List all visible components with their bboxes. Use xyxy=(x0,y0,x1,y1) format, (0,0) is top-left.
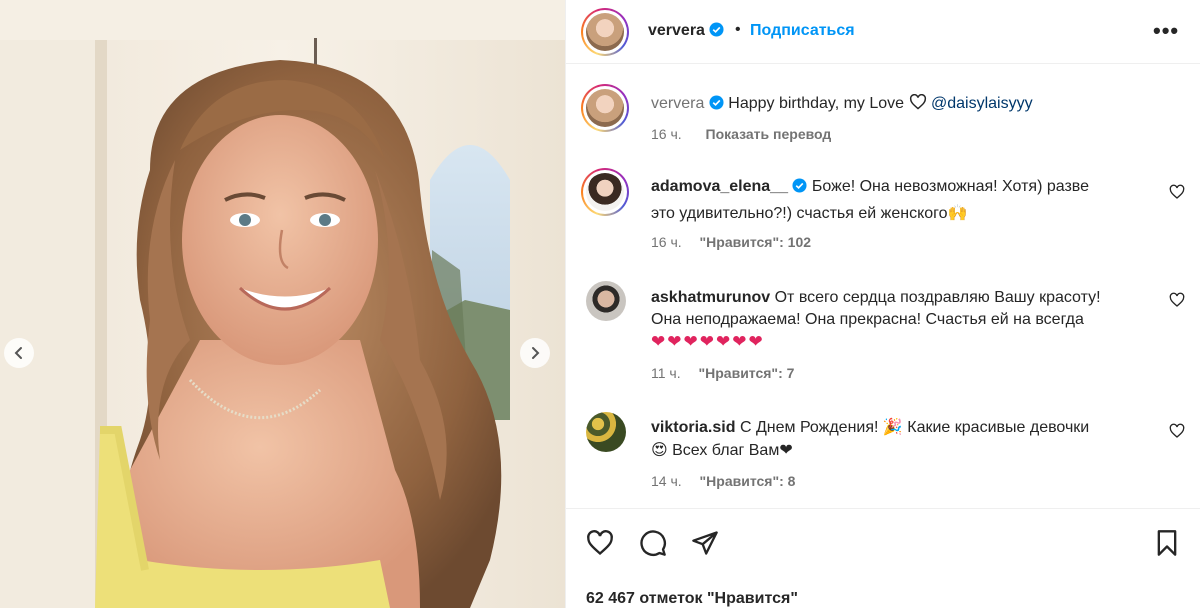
author-avatar[interactable] xyxy=(581,8,629,56)
comment-line: adamova_elena__ Боже! Она невозможная! Х… xyxy=(651,178,1089,196)
comment-avatar[interactable] xyxy=(581,168,629,216)
comment-text: От всего сердца поздравляю Вашу красоту! xyxy=(774,289,1101,306)
comment-likes-count[interactable]: "Нравится": 8 xyxy=(700,473,796,489)
comment-text: С Днем Рождения! 🎉 Какие красивые девочк… xyxy=(739,419,1090,436)
follow-button[interactable]: Подписаться xyxy=(750,22,855,40)
comment-bubble-icon[interactable] xyxy=(639,529,667,557)
post-photo[interactable] xyxy=(0,0,565,608)
chevron-right-icon xyxy=(532,347,540,359)
comment-time: 16 ч. xyxy=(651,234,682,250)
comment-like-icon[interactable] xyxy=(1169,423,1185,439)
heart-outline-icon xyxy=(909,93,926,110)
comment-meta: 16 ч. "Нравится": 102 xyxy=(651,234,811,250)
caption-mention-link[interactable]: @daisylaisyyy xyxy=(931,95,1033,112)
comment-username[interactable]: adamova_elena__ xyxy=(651,178,788,195)
caption-message: Happy birthday, my Love xyxy=(728,95,905,112)
post-side-panel: ververa • Подписаться ••• ververa Happy … xyxy=(565,0,1200,608)
caption-avatar[interactable] xyxy=(581,84,629,132)
save-bookmark-icon[interactable] xyxy=(1153,529,1181,557)
verified-badge-icon xyxy=(709,95,724,110)
comment-likes-count[interactable]: "Нравится": 102 xyxy=(700,234,811,250)
author-username[interactable]: ververa xyxy=(648,22,724,40)
previous-photo-button[interactable] xyxy=(4,338,34,368)
comment-line: askhatmurunov От всего сердца поздравляю… xyxy=(651,289,1101,307)
caption-username[interactable]: ververa xyxy=(651,95,704,112)
comment-time: 14 ч. xyxy=(651,473,682,489)
comment-like-icon[interactable] xyxy=(1169,292,1185,308)
comment-username[interactable]: viktoria.sid xyxy=(651,419,735,436)
comment-avatar[interactable] xyxy=(586,412,626,452)
header-separator: • xyxy=(735,21,741,38)
share-paper-plane-icon[interactable] xyxy=(691,529,719,557)
comment-hearts: ❤❤❤❤❤❤❤ xyxy=(651,332,765,351)
comment-text-continued: 😍 Всех благ Вам❤ xyxy=(651,442,793,459)
caption-text: ververa Happy birthday, my Love @daisyla… xyxy=(651,93,1033,113)
comment-text: Боже! Она невозможная! Хотя) разве xyxy=(811,178,1090,195)
verified-badge-icon xyxy=(709,22,724,37)
comment-avatar[interactable] xyxy=(586,281,626,321)
post-header: ververa • Подписаться ••• xyxy=(566,0,1200,64)
likes-count[interactable]: 62 467 отметок "Нравится" xyxy=(586,590,798,608)
comment-text-continued: Она неподражаема! Она прекрасна! Счастья… xyxy=(651,311,1084,328)
portrait-photo xyxy=(0,0,565,608)
next-photo-button[interactable] xyxy=(520,338,550,368)
comment-likes-count[interactable]: "Нравится": 7 xyxy=(699,365,795,381)
chevron-left-icon xyxy=(14,347,22,359)
comment-like-icon[interactable] xyxy=(1169,184,1185,200)
more-options-button[interactable]: ••• xyxy=(1153,18,1179,44)
show-translation-button[interactable]: Показать перевод xyxy=(706,126,832,142)
comment-line: viktoria.sid С Днем Рождения! 🎉 Какие кр… xyxy=(651,417,1089,437)
comment-text-continued: это удивительно?!) счастья ей женского🙌 xyxy=(651,205,968,222)
author-username-text[interactable]: ververa xyxy=(648,22,705,39)
comment-time: 11 ч. xyxy=(651,365,681,381)
verified-badge-icon xyxy=(792,178,807,193)
caption-time: 16 ч. xyxy=(651,126,682,142)
post-actions-bar: 62 467 отметок "Нравится" xyxy=(566,508,1200,608)
comment-meta: 14 ч. "Нравится": 8 xyxy=(651,473,795,489)
like-heart-icon[interactable] xyxy=(586,529,614,557)
comment-username[interactable]: askhatmurunov xyxy=(651,289,770,306)
caption-meta: 16 ч. Показать перевод xyxy=(651,126,831,142)
comment-meta: 11 ч. "Нравится": 7 xyxy=(651,365,794,381)
